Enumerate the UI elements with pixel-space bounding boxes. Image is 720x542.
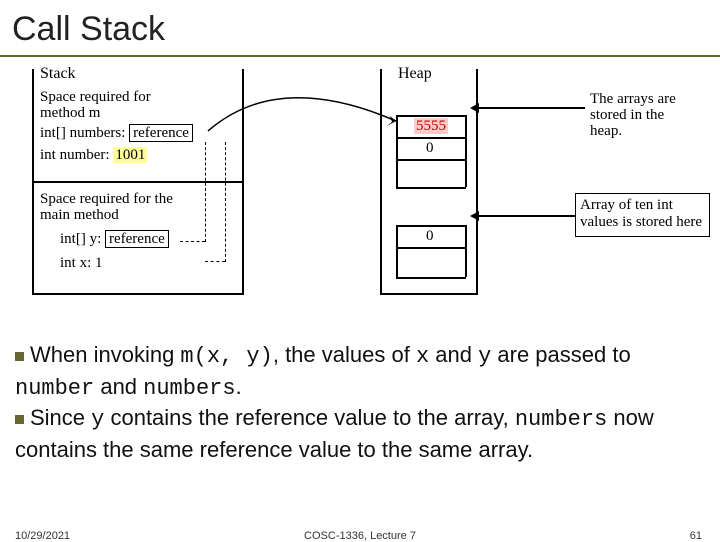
heap-arr2-mid [396,247,466,249]
heap-top-val: 5555 [414,118,448,135]
b1p2: , the values of [273,342,416,367]
body-text: When invoking m(x, y), the values of x a… [15,340,705,465]
note2-arrowhead [470,211,479,221]
bullet-1: When invoking m(x, y), the values of x a… [15,340,705,403]
note2-arrow-line [475,215,575,217]
b2c1: y [91,407,104,432]
frame-m-numbers-label: int[] numbers: [40,125,125,141]
frame-m-numbers: int[] numbers: reference [40,125,193,142]
dash-v-2 [225,142,226,262]
note1-arrowhead [470,103,479,113]
heap-arr2-l [396,225,398,277]
stack-mid-sep [32,181,244,183]
footer-mid: COSC-1336, Lecture 7 [0,530,720,542]
dash-h-2 [205,261,225,262]
footer-page: 61 [690,530,702,542]
note2-box: Array of ten int values is stored here [575,193,710,237]
frame-m-number: int number: 1001 [40,147,147,164]
heap-arr2-bot [396,277,466,279]
heap-zero-a: 0 [426,140,434,157]
bullet-icon [15,352,24,361]
note1-l3: heap. [590,123,622,140]
heap-arr2-top [396,225,466,227]
frame-m-numbers-val: reference [129,124,193,142]
heap-arr1-bot [396,187,466,189]
frame-main-y: int[] y: reference [60,231,169,248]
b1p4: are passed to [491,342,630,367]
note1-l1: The arrays are [590,91,676,108]
heap-bottom [380,293,478,295]
curve-arrow [198,65,408,135]
stack-bottom [32,293,244,295]
dash-h-1 [180,241,205,242]
frame-main-y-label: int[] y: [60,231,101,247]
b2p2: contains the reference value to the arra… [104,405,515,430]
frame-m-number-label: int number: [40,147,110,163]
frame-m-number-val: 1001 [113,147,147,163]
memory-diagram: Stack Heap Space required for method m i… [10,65,710,320]
frame-m-desc2: method m [40,105,100,122]
heap-arr1-r [465,115,467,187]
frame-main-y-val: reference [105,230,169,248]
frame-main-desc1: Space required for the [40,191,173,208]
b1c1: m(x, y) [180,344,272,369]
bullet-2: Since y contains the reference value to … [15,403,705,464]
note1-arrow-line [475,107,585,109]
b1c2: x [416,344,429,369]
note2-l2: values is stored here [580,214,705,231]
b1c5: numbers [143,376,235,401]
stack-title: Stack [40,65,76,83]
note2-l1: Array of ten int [580,197,705,214]
b2c2: numbers [515,407,607,432]
b2p1: Since [30,405,91,430]
b1p5: and [94,374,143,399]
heap-arr1-mid1 [396,137,466,139]
b1c4: number [15,376,94,401]
b1p1: When invoking [30,342,180,367]
heap-zero-b: 0 [426,228,434,245]
title-bar: Call Stack [0,0,720,57]
heap-arr1-mid2 [396,159,466,161]
frame-main-x: int x: 1 [60,255,103,272]
frame-main-desc2: main method [40,207,119,224]
slide-title: Call Stack [12,10,708,49]
heap-arr2-r [465,225,467,277]
b1p6: . [236,374,242,399]
heap-5555: 5555 [414,118,448,134]
bullet-icon [15,415,24,424]
b1c3: y [478,344,491,369]
b1p3: and [429,342,478,367]
frame-m-desc1: Space required for [40,89,151,106]
dash-v-1 [205,142,206,242]
note1-l2: stored in the [590,107,664,124]
